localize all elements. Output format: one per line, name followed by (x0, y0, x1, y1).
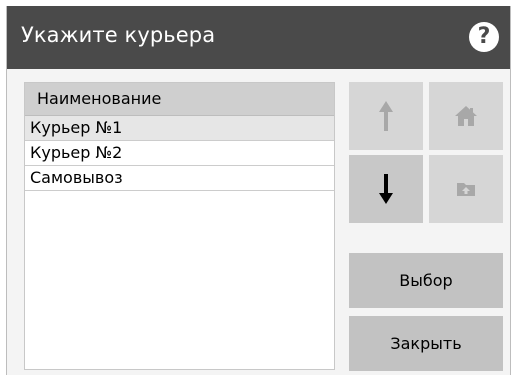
close-button[interactable]: Закрыть (349, 316, 503, 371)
courier-list: Наименование Курьер №1 Курьер №2 Самовыв… (24, 82, 335, 370)
help-button[interactable]: ? (469, 22, 499, 52)
move-down-button[interactable] (349, 155, 423, 223)
arrow-down-icon (379, 174, 393, 204)
list-item[interactable]: Курьер №2 (25, 141, 334, 166)
arrow-up-icon (379, 101, 393, 131)
dialog-title: Укажите курьера (21, 23, 216, 47)
folder-up-button[interactable] (429, 155, 503, 223)
list-item[interactable]: Курьер №1 (25, 116, 334, 141)
column-header-name[interactable]: Наименование (25, 83, 334, 116)
folder-up-icon (457, 183, 475, 196)
home-icon (455, 106, 477, 126)
select-button[interactable]: Выбор (349, 253, 503, 308)
home-button[interactable] (429, 82, 503, 150)
move-up-button[interactable] (349, 82, 423, 150)
list-item[interactable]: Самовывоз (25, 166, 334, 191)
title-bar: Укажите курьера ? (7, 6, 510, 69)
courier-dialog: Укажите курьера ? Наименование Курьер №1… (6, 6, 511, 375)
help-icon: ? (477, 24, 491, 49)
